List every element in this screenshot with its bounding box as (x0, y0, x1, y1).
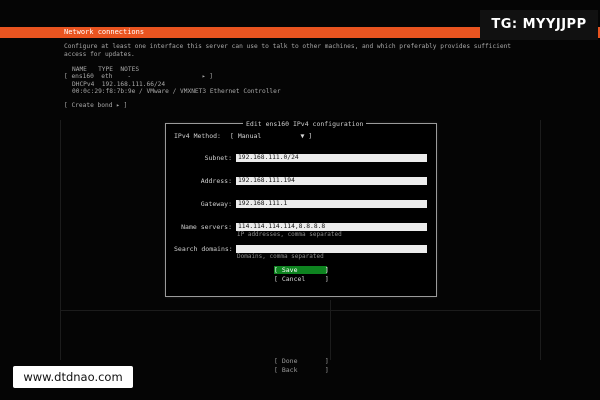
ipv4-method-label: IPv4 Method: (174, 132, 221, 140)
create-bond-button[interactable]: [ Create bond ▸ ] (64, 102, 127, 110)
interface-row-ens160[interactable]: [ ens160 eth - ▸ ] (64, 73, 213, 81)
gateway-input[interactable]: 192.168.111.1 (236, 200, 427, 208)
subnet-input[interactable]: 192.168.111.0/24 (236, 154, 427, 162)
description-text: Configure at least one interface this se… (64, 43, 512, 58)
searchdomains-label: Search domains: (174, 245, 233, 253)
ipv4-config-dialog: Edit ens160 IPv4 configuration IPv4 Meth… (165, 120, 437, 297)
overlay-label: TG: MYYJJPP (480, 10, 598, 40)
address-label: Address: (200, 177, 232, 185)
background-line (60, 120, 61, 360)
background-line (330, 300, 331, 360)
nameservers-label: Name servers: (181, 223, 232, 231)
nameservers-input[interactable]: 114.114.114.114,8.8.8.8 (236, 223, 427, 231)
ipv4-method-select[interactable]: [ Manual ▼ ] (230, 132, 312, 140)
cancel-button[interactable]: [ Cancel ] (274, 275, 329, 283)
background-line (540, 120, 541, 360)
background-line (60, 310, 540, 311)
gateway-label: Gateway: (200, 200, 232, 208)
interface-detail-hardware: 00:0c:29:f8:7b:9e / VMware / VMXNET3 Eth… (72, 88, 281, 95)
searchdomains-hint: Domains, comma separated (237, 253, 324, 260)
subnet-label: Subnet: (204, 154, 232, 162)
installer-screen: Network connections TG: MYYJJPP Configur… (0, 0, 600, 400)
address-input[interactable]: 192.168.111.194 (236, 177, 427, 185)
nameservers-hint: IP addresses, comma separated (237, 231, 342, 238)
dialog-title: Edit ens160 IPv4 configuration (243, 120, 367, 128)
back-button[interactable]: [ Back ] (274, 366, 329, 374)
watermark-label: www.dtdnao.com (13, 366, 133, 388)
page-title: Network connections (64, 28, 145, 36)
save-button[interactable]: [ Save ] (274, 266, 329, 274)
searchdomains-input[interactable] (236, 245, 427, 253)
done-button[interactable]: [ Done ] (274, 357, 329, 365)
